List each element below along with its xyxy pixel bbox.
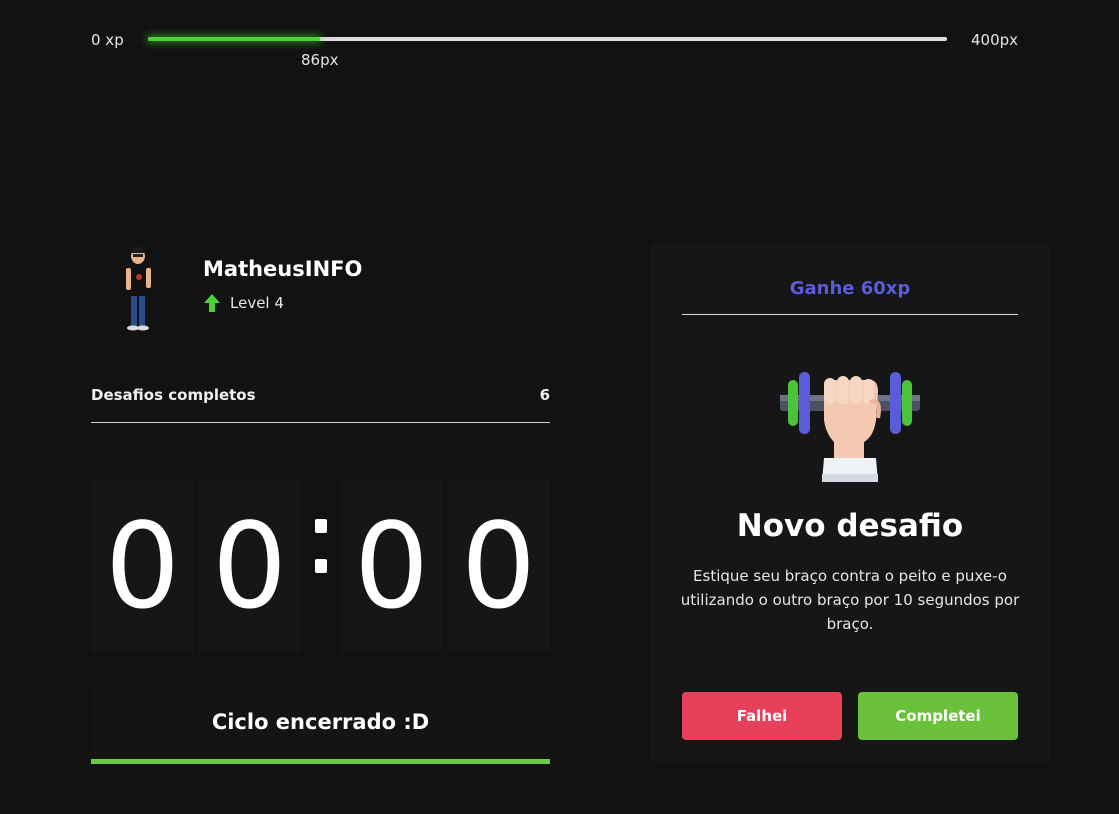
arrow-up-icon: [204, 294, 220, 312]
level-label: Level 4: [230, 294, 284, 312]
level-row: Level 4: [203, 293, 284, 313]
xp-progress-fill: [148, 37, 320, 41]
completed-challenges-count: 6: [539, 386, 550, 404]
challenge-description: Estique seu braço contra o peito e puxe-…: [680, 567, 1020, 633]
challenge-reward: Ganhe 60xp: [682, 266, 1018, 315]
fail-button[interactable]: Falhei: [682, 692, 842, 740]
xp-min-label: 0 xp: [91, 31, 124, 49]
cycle-progress-bar: [91, 759, 550, 764]
completed-challenges-row: Desafios completos 6: [91, 386, 550, 423]
completed-challenges-label: Desafios completos: [91, 386, 256, 404]
minute-tens-digit: 0: [91, 479, 194, 652]
avatar: [126, 246, 151, 331]
challenge-title: Novo desafio: [736, 508, 964, 544]
moveit-page: 0 xp 86px 400px MatheusINFO Level 4 Desa…: [0, 0, 1119, 814]
challenge-reward-label: Ganhe 60xp: [789, 278, 911, 299]
cycle-ended-button[interactable]: Ciclo encerrado :D: [91, 684, 550, 760]
xp-current-label: 86px: [301, 51, 339, 69]
countdown-colon: [315, 519, 327, 579]
xp-progress-bar: [148, 37, 947, 41]
xp-max-label: 400px: [971, 31, 1019, 49]
challenge-card: Ganhe 60xp Novo desafio Estique seu braç…: [650, 242, 1050, 763]
complete-button[interactable]: Completei: [858, 692, 1018, 740]
countdown: 0 0 0 0: [91, 479, 550, 652]
second-tens-digit: 0: [340, 479, 443, 652]
second-ones-digit: 0: [447, 479, 550, 652]
username: MatheusINFO: [203, 257, 363, 281]
dumbbell-arm-icon: [780, 372, 920, 482]
minute-ones-digit: 0: [198, 479, 301, 652]
